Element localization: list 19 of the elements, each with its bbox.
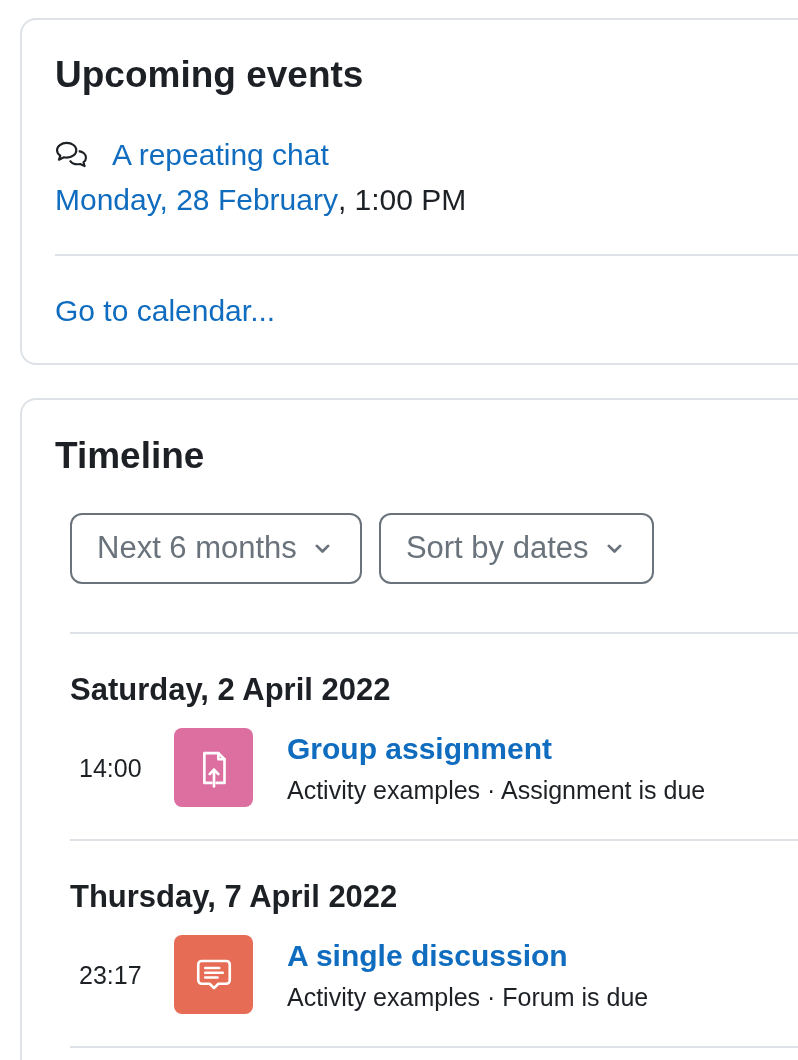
- event-time: 14:00: [79, 752, 143, 783]
- event-time: 23:17: [79, 959, 143, 990]
- event-link[interactable]: A repeating chat: [112, 132, 329, 177]
- activity-details: Activity examples · Assignment is due: [287, 774, 706, 805]
- card-title: Timeline: [55, 436, 206, 476]
- event-time: , 1:00 PM: [337, 182, 467, 218]
- card-title: Upcoming events: [55, 55, 365, 95]
- date-heading: Thursday, 7 April 2022: [70, 879, 399, 915]
- event-date-link[interactable]: Monday, 28 February: [55, 177, 338, 222]
- date-heading: Saturday, 2 April 2022: [70, 672, 392, 708]
- chat-bubbles-icon: [55, 141, 88, 168]
- activity-link[interactable]: Group assignment: [287, 730, 706, 767]
- activity-details: Activity examples · Forum is due: [287, 981, 649, 1012]
- filter-dropdown[interactable]: Sort by dates: [378, 513, 654, 584]
- chevron-down-icon: [314, 543, 330, 554]
- calendar-link[interactable]: Go to calendar...: [55, 288, 276, 333]
- filter-dropdown[interactable]: Next 6 months: [70, 513, 362, 584]
- chevron-down-icon: [606, 543, 622, 554]
- activity-link[interactable]: A single discussion: [287, 937, 649, 974]
